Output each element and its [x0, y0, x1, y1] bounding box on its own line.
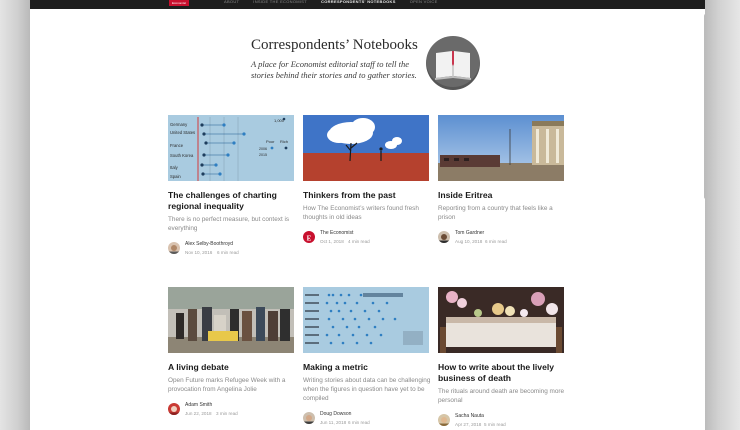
article-thumbnail[interactable]: Germany United States France South Korea… [168, 115, 294, 181]
svg-text:2015: 2015 [259, 153, 267, 157]
svg-text:Poor: Poor [266, 139, 275, 144]
article-thumbnail[interactable] [438, 287, 564, 353]
author-name[interactable]: Doug Dowson [320, 411, 351, 417]
refugees-photo [168, 287, 294, 353]
read-time: 6 min read [217, 250, 239, 255]
svg-text:United States: United States [170, 130, 195, 135]
svg-text:E: E [307, 235, 312, 243]
article-subtitle: There is no perfect measure, but context… [168, 216, 290, 232]
nav-item-correspondents[interactable]: CORRESPONDENTS' NOTEBOOKS [321, 0, 396, 6]
window-frame-right [705, 0, 740, 430]
author-name[interactable]: Alex Selby-Boothroyd [185, 241, 233, 247]
svg-text:France: France [170, 143, 184, 148]
nav-item-open-voice[interactable]: OPEN VOICE [410, 0, 438, 6]
article-thumbnail[interactable] [303, 287, 429, 353]
svg-text:Rich: Rich [280, 139, 288, 144]
funeral-photo [438, 287, 564, 353]
read-time: 4 min read [348, 239, 370, 244]
read-time: 6 min read [485, 239, 507, 244]
page: Economist ABOUT INSIDE THE ECONOMIST COR… [30, 0, 705, 430]
nav-item-about[interactable]: ABOUT [224, 0, 239, 6]
read-time: 3 min read [216, 411, 238, 416]
article-thumbnail[interactable] [168, 287, 294, 353]
svg-text:1,000: 1,000 [274, 118, 285, 123]
article-title[interactable]: A living debate [168, 362, 296, 373]
scrollbar-thumb[interactable] [704, 14, 705, 199]
article-title[interactable]: Making a metric [303, 362, 431, 373]
author-name[interactable]: Sacha Nauta [455, 413, 484, 419]
author-name[interactable]: Tom Gardner [455, 230, 484, 236]
economist-avatar[interactable]: E [303, 231, 315, 243]
article-subtitle: Writing stories about data can be challe… [303, 377, 431, 402]
article-subtitle: Reporting from a country that feels like… [438, 205, 553, 221]
author-avatar[interactable] [303, 412, 315, 424]
author-name[interactable]: Adam Smith [185, 402, 212, 408]
post-date: Nov 10, 2016 [185, 250, 213, 255]
dot-chart-thumbnail: Germany United States France South Korea… [168, 115, 294, 181]
svg-text:Germany: Germany [170, 122, 188, 127]
article-thumbnail[interactable] [303, 115, 429, 181]
svg-text:South Korea: South Korea [170, 153, 194, 158]
read-time: 6 min read [348, 420, 370, 425]
economist-logo[interactable]: Economist [169, 0, 189, 6]
author-avatar[interactable] [438, 414, 450, 426]
article-subtitle: The rituals around death are becoming mo… [438, 388, 565, 404]
article-subtitle: How The Economist’s writers found fresh … [303, 205, 419, 221]
article-title[interactable]: Inside Eritrea [438, 190, 566, 201]
page-title: Correspondents’ Notebooks [251, 37, 418, 53]
post-date: Oct 1, 2018 [320, 239, 344, 244]
top-nav-bar: Economist ABOUT INSIDE THE ECONOMIST COR… [30, 0, 705, 9]
post-date: Jun 11, 2018 [320, 420, 347, 425]
post-date: Jun 22, 2018 [185, 411, 212, 416]
window-frame-left [0, 0, 30, 430]
svg-text:Spain: Spain [170, 174, 181, 179]
author-name[interactable]: The Economist [320, 230, 353, 236]
nav-item-inside[interactable]: INSIDE THE ECONOMIST [253, 0, 307, 6]
train-station-photo [438, 115, 564, 181]
article-subtitle: Open Future marks Refugee Week with a pr… [168, 377, 286, 393]
post-date: Aug 10, 2018 [455, 239, 483, 244]
metric-chart-thumbnail [303, 287, 429, 353]
author-avatar[interactable] [438, 231, 450, 243]
article-title[interactable]: Thinkers from the past [303, 190, 431, 201]
author-avatar[interactable] [168, 403, 180, 415]
page-description: A place for Economist editorial staff to… [251, 59, 417, 80]
svg-text:Italy: Italy [170, 165, 179, 170]
post-date: Apr 27, 2018 [455, 422, 482, 427]
nav-links: ABOUT INSIDE THE ECONOMIST CORRESPONDENT… [224, 0, 438, 6]
article-thumbnail[interactable] [438, 115, 564, 181]
article-title[interactable]: How to write about the lively business o… [438, 362, 566, 384]
article-title[interactable]: The challenges of charting regional ineq… [168, 190, 296, 212]
svg-text:2006: 2006 [259, 147, 267, 151]
author-avatar[interactable] [168, 242, 180, 254]
cloud-trees-illustration [303, 115, 429, 181]
open-book-icon [426, 36, 480, 90]
read-time: 5 min read [484, 422, 506, 427]
